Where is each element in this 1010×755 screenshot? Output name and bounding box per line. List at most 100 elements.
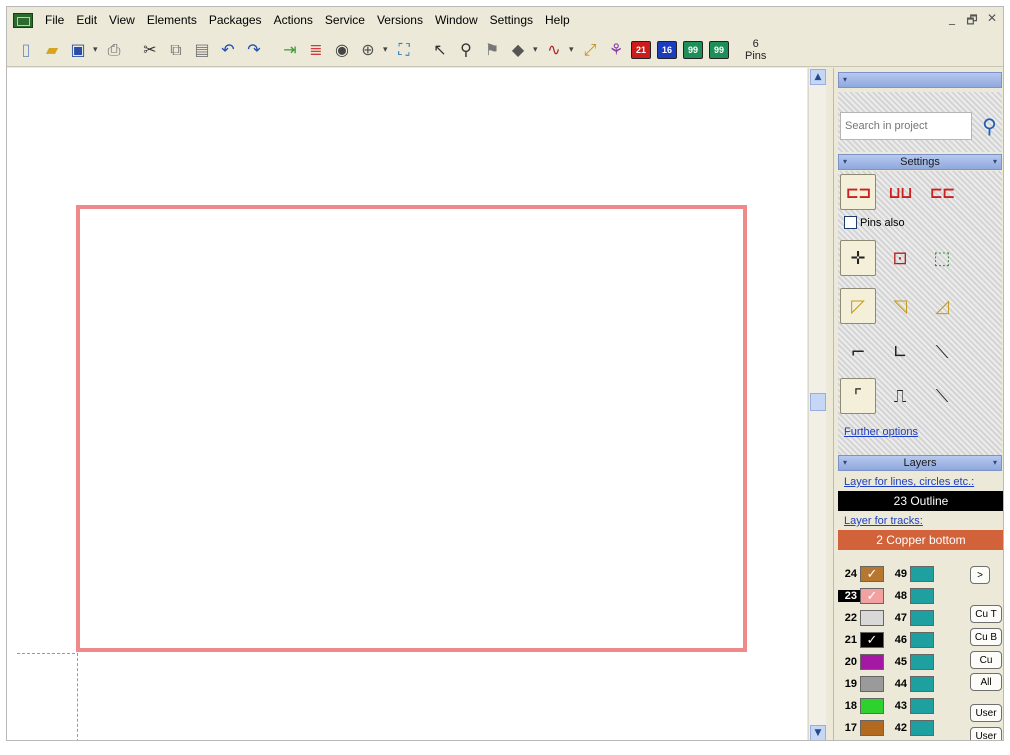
pins-indicator[interactable]: 6 Pins [745,38,766,62]
layer-number[interactable]: 21 [838,634,860,646]
menu-versions[interactable]: Versions [371,9,429,31]
minimize-button[interactable]: _ [945,11,959,32]
scroll-up-button[interactable]: ▲ [810,69,826,85]
layer-number[interactable]: 46 [884,634,910,646]
component-icon[interactable]: ◆ [507,39,529,61]
layer-number[interactable]: 17 [838,722,860,734]
pins-also-checkbox[interactable] [844,216,857,229]
layer-number[interactable]: 49 [884,568,910,580]
menu-settings[interactable]: Settings [484,9,539,31]
cu-top-button[interactable]: Cu T [970,605,1002,623]
view-eye-icon[interactable]: ◉ [331,39,353,61]
pad-mode-all-icon[interactable]: ⊏⊐ [840,174,876,210]
cu-button[interactable]: Cu [970,651,1002,669]
pad-mode-side-icon[interactable]: ⊏⊏ [924,174,960,210]
tracks-layer-label[interactable]: Layer for tracks: [844,515,923,527]
crosshair-select-icon[interactable]: ✛ [840,240,876,276]
search-input[interactable] [840,112,972,140]
angle-free-icon[interactable]: ◹ [882,288,918,324]
menu-window[interactable]: Window [429,9,484,31]
import-icon[interactable]: ⇥ [279,39,301,61]
layers-menu-icon[interactable]: ▾ [993,456,997,470]
area-select-icon[interactable]: ⬚ [924,240,960,276]
track-zigzag-icon[interactable]: ⎍ [882,378,918,414]
save-icon[interactable]: ▣ [67,39,89,61]
settings-header[interactable]: ▾ Settings ▾ [838,154,1002,170]
layer-visibility-swatch[interactable] [860,654,884,670]
menu-view[interactable]: View [103,9,141,31]
all-layers-button[interactable]: All [970,673,1002,691]
corner-right-icon[interactable]: ⌐ [840,334,876,370]
layer-99-badge-a[interactable]: 99 [683,40,703,59]
layer-visibility-swatch[interactable]: ✓ [860,632,884,648]
layer-visibility-swatch[interactable] [860,720,884,736]
wire-dropdown-icon[interactable]: ▾ [569,45,575,55]
layer-visibility-swatch[interactable] [910,632,934,648]
pointer-icon[interactable]: ↖ [429,39,451,61]
search-icon[interactable]: ⚲ [977,112,1002,140]
lines-layer-value[interactable]: 23 Outline [838,491,1003,511]
save-dropdown-icon[interactable]: ▾ [93,45,99,55]
pins-also-option[interactable]: Pins also [844,216,905,229]
layer-number[interactable]: 18 [838,700,860,712]
pad-mode-bottom-icon[interactable]: ⊔⊔ [882,174,918,210]
layer-16-badge[interactable]: 16 [657,40,677,59]
open-folder-icon[interactable]: ▰ [41,39,63,61]
layer-visibility-swatch[interactable] [860,610,884,626]
panel-top-handle[interactable]: ▾ [838,72,1002,88]
further-options-link[interactable]: Further options [844,426,918,438]
component-dropdown-icon[interactable]: ▾ [533,45,539,55]
new-file-icon[interactable]: ▯ [15,39,37,61]
drc-icon[interactable]: ⚑ [481,39,503,61]
scroll-thumb[interactable] [810,393,826,411]
layer-visibility-swatch[interactable] [910,566,934,582]
lines-layer-label[interactable]: Layer for lines, circles etc.: [844,476,974,488]
menu-elements[interactable]: Elements [141,9,203,31]
redo-icon[interactable]: ↷ [243,39,265,61]
corner-left-icon[interactable]: ∟ [882,334,918,370]
layer-visibility-swatch[interactable] [910,588,934,604]
canvas-vertical-scrollbar[interactable]: ▲ ▼ [808,68,826,740]
angle-45-icon[interactable]: ◸ [840,288,876,324]
layer-visibility-swatch[interactable] [910,676,934,692]
layers-stack-icon[interactable]: ≣ [305,39,327,61]
track-bend-icon[interactable]: ⌜ [840,378,876,414]
autoroute-icon[interactable]: ⤢ [579,39,601,61]
layer-number[interactable]: 20 [838,656,860,668]
menu-actions[interactable]: Actions [268,9,319,31]
settings-menu-icon[interactable]: ▾ [993,155,997,169]
layers-collapse-icon[interactable]: ▾ [843,456,847,470]
zoom-dropdown-icon[interactable]: ▾ [383,45,389,55]
layer-visibility-swatch[interactable] [910,610,934,626]
tracks-layer-value[interactable]: 2 Copper bottom [838,530,1003,550]
zoom-fit-icon[interactable]: ⛶ [393,39,415,61]
copy-icon[interactable]: ⧉ [165,39,187,61]
menu-service[interactable]: Service [319,9,371,31]
layer-visibility-swatch[interactable] [910,720,934,736]
layer-number[interactable]: 19 [838,678,860,690]
layer-visibility-swatch[interactable] [860,676,884,692]
autoroute-settings-icon[interactable]: ⚘ [605,39,627,61]
track-straight-icon[interactable]: ⟍ [924,378,960,414]
drawing-canvas[interactable] [7,68,807,740]
menu-help[interactable]: Help [539,9,576,31]
scroll-down-button[interactable]: ▼ [810,725,826,740]
print-icon[interactable]: ⎙ [103,39,125,61]
layer-number[interactable]: 42 [884,722,910,734]
paste-icon[interactable]: ▤ [191,39,213,61]
layer-number[interactable]: 45 [884,656,910,668]
layer-number[interactable]: 43 [884,700,910,712]
menu-file[interactable]: File [39,9,70,31]
layer-visibility-swatch[interactable] [910,654,934,670]
layer-number[interactable]: 48 [884,590,910,602]
angle-90-icon[interactable]: ◿ [924,288,960,324]
layer-number[interactable]: 24 [838,568,860,580]
layer-visibility-swatch[interactable] [910,698,934,714]
corner-diagonal-icon[interactable]: ⟍ [924,334,960,370]
element-select-icon[interactable]: ⊡ [882,240,918,276]
layer-visibility-swatch[interactable]: ✓ [860,588,884,604]
layer-number[interactable]: 44 [884,678,910,690]
restore-button[interactable]: 🗗 [965,11,979,32]
expand-layers-button[interactable]: > [970,566,990,584]
cu-bottom-button[interactable]: Cu B [970,628,1002,646]
